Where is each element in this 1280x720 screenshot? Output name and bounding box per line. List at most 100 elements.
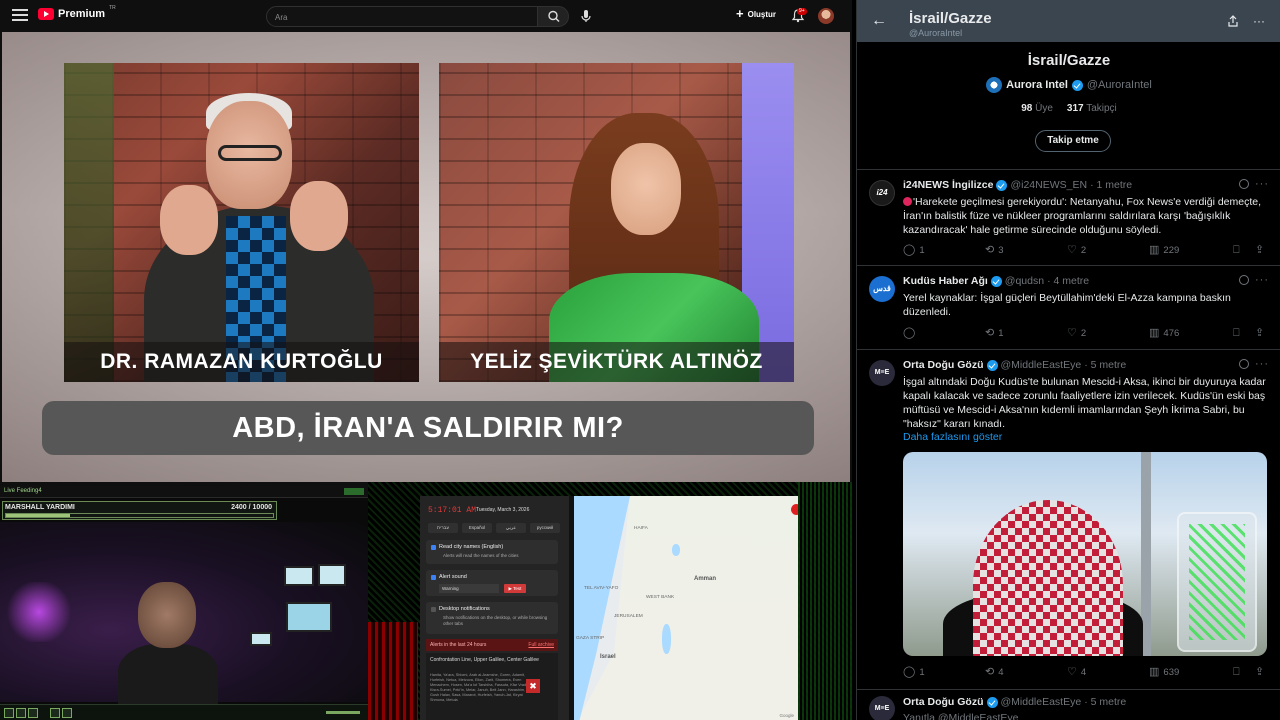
dead-sea xyxy=(662,624,671,654)
repost-button[interactable]: ⟲ 3 xyxy=(985,245,1004,257)
rewind-button[interactable] xyxy=(4,708,14,718)
tweet-author-handle[interactable]: @qudsn xyxy=(1005,275,1044,287)
tweet-avatar[interactable]: قدس xyxy=(869,276,895,302)
grok-icon[interactable] xyxy=(1239,275,1249,285)
tweet-author-handle[interactable]: @MiddleEastEye xyxy=(1001,696,1082,708)
views-count: 639 xyxy=(1163,667,1180,678)
bookmark-button[interactable]: ⎕ xyxy=(1233,328,1240,339)
tweet-more-icon[interactable]: ··· xyxy=(1255,274,1269,286)
grok-icon[interactable] xyxy=(1239,179,1249,189)
like-button[interactable]: ♡ 4 xyxy=(1067,667,1086,679)
lang-spanish[interactable]: Español xyxy=(462,523,492,533)
youtube-logo-text: Premium xyxy=(58,8,106,20)
lang-arabic[interactable]: عربي xyxy=(496,523,526,533)
share-icon[interactable] xyxy=(1227,15,1239,27)
bookmark-button[interactable]: ⎕ xyxy=(1233,245,1240,256)
list-owner[interactable]: Aurora Intel @AuroraIntel xyxy=(857,77,1280,93)
youtube-search-button[interactable] xyxy=(537,6,569,27)
tweet[interactable]: M≡E Orta Doğu Gözü @MiddleEastEye · 5 me… xyxy=(857,690,1280,720)
reply-button[interactable]: ◯ 1 xyxy=(903,667,925,679)
more-options-icon[interactable]: ··· xyxy=(1253,15,1265,27)
tweet-author-handle[interactable]: @MiddleEastEye xyxy=(1001,359,1082,371)
repost-count: 1 xyxy=(998,328,1004,339)
goal-progress-fill xyxy=(6,514,71,517)
previous-button[interactable] xyxy=(50,708,60,718)
tweet-time[interactable]: · 1 metre xyxy=(1090,179,1132,191)
youtube-search-input[interactable] xyxy=(267,8,537,27)
tweet-header: Orta Doğu Gözü @MiddleEastEye · 5 metre xyxy=(903,359,1126,371)
microphone-icon[interactable] xyxy=(578,8,594,24)
user-avatar[interactable] xyxy=(818,8,834,24)
owner-name: Aurora Intel xyxy=(1006,79,1068,91)
tweet[interactable]: قدس Kudüs Haber Ağı @qudsn · 4 metre ···… xyxy=(857,266,1280,350)
tweet-time[interactable]: · 5 metre xyxy=(1084,359,1126,371)
tweet-avatar[interactable]: M≡E xyxy=(869,696,895,720)
repost-button[interactable]: ⟲ 4 xyxy=(985,667,1004,679)
bookmark-button[interactable]: ⎕ xyxy=(1233,667,1240,678)
tweet[interactable]: M≡E Orta Doğu Gözü @MiddleEastEye · 5 me… xyxy=(857,350,1280,690)
alert-sound-select[interactable]: Warning xyxy=(439,584,499,593)
followers-stat[interactable]: 317 Takipçi xyxy=(1067,103,1117,114)
read-city-checkbox[interactable] xyxy=(431,545,436,550)
tweet-text: 'Harekete geçilmesi gerekiyordu': Netany… xyxy=(903,196,1262,236)
live-stream-panel: Live Feeding4 MARSHALL YARDIMI 2400 / 10… xyxy=(0,486,368,720)
tweet-author-name[interactable]: Kudüs Haber Ağı xyxy=(903,275,988,287)
lang-russian[interactable]: русский xyxy=(530,523,560,533)
alert-sound-checkbox[interactable] xyxy=(431,575,436,580)
tweet-photo[interactable] xyxy=(903,452,1267,656)
forward-button[interactable] xyxy=(28,708,38,718)
volume-slider[interactable] xyxy=(326,711,360,714)
share-button[interactable]: ⇪ xyxy=(1255,245,1264,256)
tweet-more-icon[interactable]: ··· xyxy=(1255,358,1269,370)
tweet-avatar[interactable]: i24 xyxy=(869,180,895,206)
views-button[interactable]: ▥ 229 xyxy=(1149,245,1180,257)
desktop-notifications-checkbox[interactable] xyxy=(431,607,436,612)
repost-button[interactable]: ⟲ 1 xyxy=(985,328,1004,340)
tweet-time[interactable]: · 4 metre xyxy=(1047,275,1089,287)
window-controls[interactable] xyxy=(344,488,364,495)
alert-clock: 5:17:01 AM xyxy=(428,506,477,515)
members-stat[interactable]: 98 Üye xyxy=(1021,103,1053,114)
full-archive-link[interactable]: Full archive xyxy=(528,642,554,648)
views-button[interactable]: ▥ 476 xyxy=(1149,328,1179,340)
video-player[interactable]: DR. RAMAZAN KURTOĞLU YELİZ ŞEVİKTÜRK ALT… xyxy=(2,32,850,482)
share-button[interactable]: ⇪ xyxy=(1255,328,1264,339)
test-sound-button[interactable]: ▶ Test xyxy=(504,584,526,593)
like-count: 2 xyxy=(1080,245,1087,256)
alerts-24h-header: Alerts in the last 24 hours Full archive xyxy=(426,639,558,651)
notification-badge: 9+ xyxy=(797,8,807,15)
read-city-sub: Alerts will read the names of the cities xyxy=(443,553,519,558)
reply-button[interactable]: ◯ xyxy=(903,328,919,339)
guest-man-figure xyxy=(144,93,374,382)
play-button[interactable] xyxy=(16,708,26,718)
tweet-time[interactable]: · 5 metre xyxy=(1084,696,1126,708)
tweet-author-name[interactable]: i24NEWS İngilizce xyxy=(903,179,993,191)
like-button[interactable]: ♡ 2 xyxy=(1067,328,1087,340)
back-arrow-icon[interactable]: ← xyxy=(871,13,887,29)
grok-icon[interactable] xyxy=(1239,359,1249,369)
tweet-author-name[interactable]: Orta Doğu Gözü xyxy=(903,359,984,371)
unfollow-button[interactable]: Takip etme xyxy=(1035,130,1111,152)
like-count: 2 xyxy=(1080,328,1087,339)
alert-map[interactable]: HAIFA TEL AVIV-YAFO JERUSALEM Amman WEST… xyxy=(574,496,798,720)
tweet-avatar[interactable]: M≡E xyxy=(869,360,895,386)
map-label-haifa: HAIFA xyxy=(634,526,648,531)
tweet-more-icon[interactable]: ··· xyxy=(1255,178,1269,190)
show-more-link[interactable]: Daha fazlasını göster xyxy=(903,431,1002,443)
map-alert-marker[interactable] xyxy=(791,504,798,515)
youtube-search-box xyxy=(266,6,538,27)
youtube-logo[interactable]: Premium TR xyxy=(38,5,116,20)
tweet[interactable]: i24 i24NEWS İngilizce @i24NEWS_EN · 1 me… xyxy=(857,170,1280,266)
menu-icon[interactable] xyxy=(12,9,28,23)
create-button[interactable]: + Oluştur xyxy=(736,7,776,20)
reply-button[interactable]: ◯ 1 xyxy=(903,245,925,257)
lang-hebrew[interactable]: עברית xyxy=(428,523,458,533)
views-button[interactable]: ▥ 639 xyxy=(1149,667,1180,679)
views-count: 229 xyxy=(1163,245,1180,256)
bookmark-icon: ⎕ xyxy=(1233,244,1240,256)
tweet-author-handle[interactable]: @i24NEWS_EN xyxy=(1010,179,1087,191)
share-button[interactable]: ⇪ xyxy=(1255,667,1264,678)
tweet-author-name[interactable]: Orta Doğu Gözü xyxy=(903,696,984,708)
like-button[interactable]: ♡ 2 xyxy=(1067,245,1087,257)
next-button[interactable] xyxy=(62,708,72,718)
